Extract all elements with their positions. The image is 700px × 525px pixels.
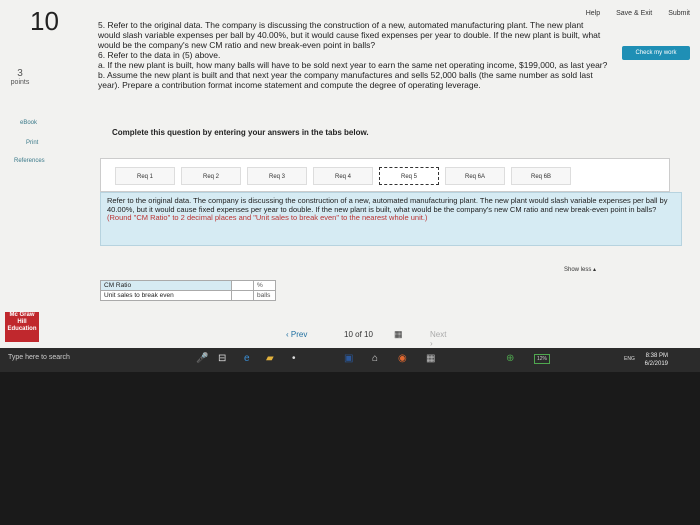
taskbar-search[interactable]: Type here to search [8,354,70,361]
break-even-input[interactable] [231,290,254,301]
table-row: Unit sales to break even balls [100,290,276,301]
ebook-link[interactable]: eBook [20,120,37,126]
show-less-link[interactable]: Show less ▴ [564,266,596,273]
tab-req-3[interactable]: Req 3 [247,167,307,185]
tab-req-6b[interactable]: Req 6B [511,167,571,185]
next-button[interactable]: Next › [430,330,446,348]
cm-ratio-input[interactable] [231,280,254,291]
microphone-icon[interactable]: 🎤 [196,353,208,364]
grid-icon[interactable]: ▦ [394,329,403,340]
store-bag-icon[interactable]: ⌂ [372,353,378,364]
clock[interactable]: 8:38 PM 6/2/2019 [645,352,668,368]
word-icon[interactable]: ▣ [344,353,353,364]
break-even-label: Unit sales to break even [100,290,232,301]
points-block: 3 points [0,68,40,86]
requirement-tabs: Req 1 Req 2 Req 3 Req 4 Req 5 Req 6A Req… [100,158,670,192]
points-value: 3 [17,68,23,79]
submit-link[interactable]: Submit [668,10,690,17]
battery-badge: 12% [534,354,550,364]
tab-req-1[interactable]: Req 1 [115,167,175,185]
requirement-text: Refer to the original data. The company … [107,196,668,214]
references-link[interactable]: References [14,158,45,164]
clock-date: 6/2/2019 [644,361,668,367]
print-link[interactable]: Print [26,140,38,146]
question-line: would slash variable expenses per ball b… [98,30,601,40]
cm-ratio-label: CM Ratio [100,280,232,291]
mcgraw-hill-logo: Mc Graw Hill Education [5,312,39,342]
page-of: of [355,330,362,339]
prev-button[interactable]: ‹ Prev [286,330,307,339]
save-exit-link[interactable]: Save & Exit [616,10,652,17]
clock-time: 8:38 PM [645,353,668,359]
question-line: a. If the new plant is built, how many b… [98,60,608,70]
rounding-note: (Round "CM Ratio" to 2 decimal places an… [107,213,428,222]
tab-req-5[interactable]: Req 5 [379,167,439,185]
question-text: 5. Refer to the original data. The compa… [98,20,618,90]
store-icon[interactable]: • [292,353,296,364]
tab-req-2[interactable]: Req 2 [181,167,241,185]
question-line: 5. Refer to the original data. The compa… [98,20,584,30]
requirement-panel: Refer to the original data. The company … [100,192,682,246]
question-number: 10 [30,6,59,36]
check-my-work-button[interactable]: Check my work [622,46,690,60]
question-line: would be the company's new CM ratio and … [98,40,376,50]
percent-unit: % [253,280,276,291]
tab-req-6a[interactable]: Req 6A [445,167,505,185]
task-view-icon[interactable]: ⊟ [218,353,226,364]
windows-taskbar: Type here to search 🎤 ⊟ e ▰ • ▣ ⌂ ◉ ▦ ⊕ … [0,348,700,372]
tab-req-4[interactable]: Req 4 [313,167,373,185]
calculator-icon[interactable]: ▦ [426,353,435,364]
answer-table: CM Ratio % Unit sales to break even ball… [100,280,276,301]
question-line: 6. Refer to the data in (5) above. [98,50,221,60]
table-row: CM Ratio % [100,280,276,291]
total-pages: 10 [364,330,373,339]
question-line: year). Prepare a contribution format inc… [98,80,481,90]
pager: ‹ Prev 10 of 10 ▦ Next › [286,329,446,348]
balls-unit: balls [253,290,276,301]
folder-icon[interactable]: ▰ [266,353,274,364]
instruction-text: Complete this question by entering your … [112,128,369,137]
chrome-icon[interactable]: ◉ [398,353,407,364]
help-link[interactable]: Help [586,10,600,17]
top-actions: Help Save & Exit Submit [572,10,690,17]
page-count: 10 of 10 [344,330,373,339]
points-label: points [10,79,30,86]
language-indicator[interactable]: ENG [624,356,635,362]
browser-screen: 10 3 points eBook Print References Help … [0,0,700,372]
current-page: 10 [344,330,353,339]
question-line: b. Assume the new plant is built and tha… [98,70,593,80]
edge-icon[interactable]: e [244,353,250,364]
network-icon[interactable]: ⊕ [506,353,514,364]
